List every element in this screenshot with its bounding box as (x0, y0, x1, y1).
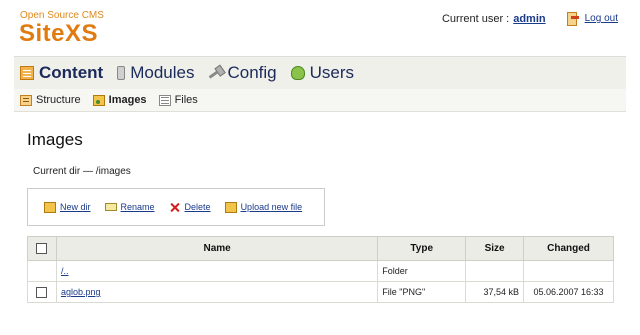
file-name-link[interactable]: /.. (61, 266, 69, 276)
user-area: Current user : admin Log out (441, 12, 618, 26)
col-header-name[interactable]: Name (55, 236, 379, 261)
nav-users[interactable]: Users (290, 63, 355, 83)
delete-icon (169, 202, 181, 213)
row-select-cell (27, 260, 57, 282)
current-user-label: Current user : (441, 12, 510, 25)
nav-config[interactable]: Config (208, 63, 276, 83)
current-dir: Current dir — /images (33, 166, 131, 177)
file-changed-cell (523, 260, 614, 282)
upload-button[interactable]: Upload new file (224, 201, 303, 213)
logout-icon[interactable] (566, 12, 579, 26)
subnav-structure[interactable]: Structure (20, 94, 81, 106)
select-all-checkbox[interactable] (36, 242, 48, 254)
new-folder-icon (44, 201, 56, 213)
files-icon (158, 94, 171, 106)
col-header-type[interactable]: Type (377, 236, 467, 261)
nav-modules[interactable]: Modules (117, 63, 194, 83)
new-dir-button[interactable]: New dir (44, 201, 91, 213)
file-name-link[interactable]: aglob.png (61, 287, 101, 297)
row-checkbox[interactable] (36, 286, 48, 298)
col-header-changed[interactable]: Changed (523, 236, 614, 261)
content-icon (20, 66, 34, 80)
current-user-link[interactable]: admin (513, 13, 545, 25)
logout-link[interactable]: Log out (585, 13, 618, 24)
select-all-header (27, 236, 57, 261)
subnav-files[interactable]: Files (158, 94, 198, 106)
subnav-images[interactable]: Images (92, 94, 147, 106)
config-icon (206, 63, 225, 82)
users-icon (290, 66, 305, 80)
file-table: Name Type Size Changed /.. Folder aglob.… (27, 236, 614, 303)
subnav-structure-label: Structure (36, 94, 81, 106)
nav-content-label: Content (39, 63, 104, 82)
table-row: aglob.png File "PNG" 37,54 kB 05.06.2007… (27, 281, 614, 303)
file-name-cell: /.. (55, 260, 379, 282)
rename-icon (104, 203, 117, 211)
subnav-files-label: Files (174, 94, 198, 106)
delete-label: Delete (184, 202, 211, 212)
main-nav: Content Modules Config Users (14, 56, 626, 89)
table-row: /.. Folder (27, 260, 614, 282)
table-header-row: Name Type Size Changed (27, 236, 614, 261)
modules-icon (117, 66, 126, 80)
file-type-cell: File "PNG" (377, 281, 467, 303)
upload-label: Upload new file (240, 202, 303, 212)
images-icon (92, 94, 105, 106)
sub-nav: Structure Images Files (14, 89, 626, 112)
structure-icon (20, 94, 32, 106)
subnav-images-label: Images (108, 94, 147, 106)
page-title: Images (27, 130, 83, 149)
brand-logo[interactable]: SiteXS (19, 20, 98, 48)
file-name-cell: aglob.png (55, 281, 379, 303)
file-type-cell: Folder (377, 260, 467, 282)
row-select-cell (27, 281, 57, 303)
file-changed-cell: 05.06.2007 16:33 (523, 281, 614, 303)
file-size-cell (465, 260, 525, 282)
nav-modules-label: Modules (130, 63, 195, 82)
file-toolbar: New dir Rename Delete Upload new file (27, 188, 325, 226)
rename-button[interactable]: Rename (104, 202, 155, 212)
delete-button[interactable]: Delete (169, 202, 211, 213)
header: Open Source CMS SiteXS Current user : ad… (0, 0, 640, 52)
nav-users-label: Users (309, 63, 355, 82)
upload-icon (224, 201, 237, 213)
nav-content[interactable]: Content (20, 63, 103, 83)
col-header-size[interactable]: Size (465, 236, 525, 261)
nav-config-label: Config (227, 63, 277, 82)
rename-label: Rename (120, 202, 155, 212)
file-size-cell: 37,54 kB (465, 281, 525, 303)
new-dir-label: New dir (60, 202, 91, 212)
